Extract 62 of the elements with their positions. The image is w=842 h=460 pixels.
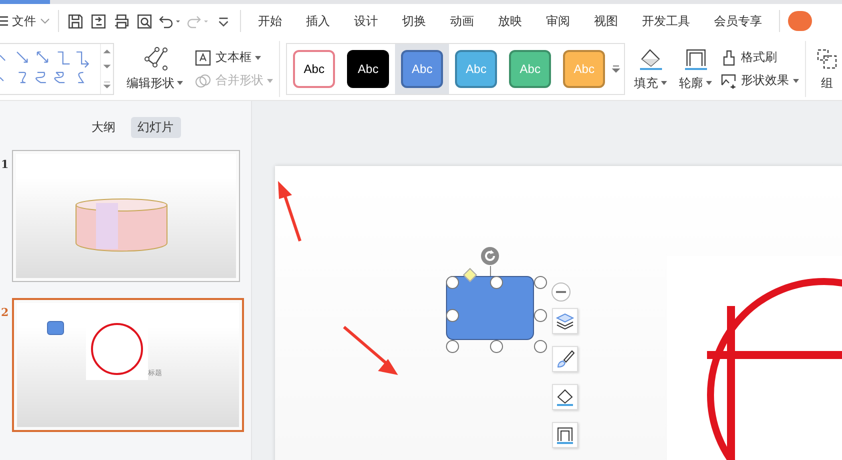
ribbon-tab[interactable]: 审阅 — [537, 12, 579, 30]
paint-bucket-icon — [555, 387, 575, 407]
ribbon-tab[interactable]: 切换 — [393, 12, 435, 30]
slide-thumbnail[interactable] — [12, 150, 240, 282]
outline-icon — [682, 46, 709, 70]
save-icon[interactable] — [67, 12, 84, 30]
caret-icon — [40, 18, 50, 24]
caret-icon — [706, 81, 712, 85]
slide-number: 1 — [0, 157, 10, 171]
shape-style-swatch[interactable]: Abc — [293, 50, 336, 88]
panel-tab[interactable]: 大纲 — [84, 117, 122, 138]
shape-effects-icon — [721, 72, 738, 88]
window-tab-indicator — [0, 0, 50, 4]
shape-effects-button[interactable]: 形状效果 — [721, 72, 800, 89]
paint-bucket-icon — [638, 46, 664, 70]
slide-number: 2 — [0, 305, 10, 319]
print-icon[interactable] — [113, 12, 130, 30]
style-brush-button[interactable] — [552, 346, 578, 372]
export-document-icon[interactable] — [90, 12, 107, 30]
format-painter-button[interactable]: 格式刷 — [721, 49, 800, 66]
fill-button[interactable]: 填充 — [631, 46, 670, 92]
panel-tab[interactable]: 幻灯片 — [130, 117, 180, 138]
caret-icon — [793, 78, 800, 82]
rounded-rectangle-shape — [47, 321, 64, 335]
ribbon-tab[interactable]: 设计 — [345, 12, 387, 30]
rounded-rectangle-shape[interactable] — [446, 276, 534, 340]
group-icon — [814, 46, 839, 70]
resize-handle[interactable] — [490, 340, 503, 353]
merge-shapes-icon — [195, 72, 212, 88]
collapse-icon[interactable] — [551, 282, 571, 302]
outline-button[interactable]: 轮廓 — [676, 46, 716, 92]
resize-handle[interactable] — [534, 276, 547, 289]
caret-icon — [661, 81, 668, 85]
ribbon-tab[interactable]: 开发工具 — [633, 12, 699, 30]
fill-button[interactable] — [552, 384, 578, 410]
shape-style-swatch[interactable]: Abc — [347, 50, 390, 88]
layers-button[interactable] — [552, 308, 578, 334]
rotate-handle-icon[interactable] — [480, 246, 500, 266]
ribbon-tab[interactable]: 视图 — [585, 12, 627, 30]
text-box-icon — [195, 50, 212, 66]
caret-icon — [255, 56, 262, 60]
brush-icon — [721, 50, 738, 66]
ribbon-tab[interactable]: 放映 — [489, 12, 531, 30]
resize-handle[interactable] — [534, 309, 547, 322]
group-button[interactable]: 组 — [812, 46, 842, 92]
layers-icon — [555, 311, 575, 331]
resize-handle[interactable] — [534, 340, 547, 353]
text-box-button[interactable]: 文本框 — [195, 49, 274, 66]
outline-button[interactable] — [552, 422, 578, 448]
outline-icon — [555, 425, 575, 445]
edit-shape-button[interactable]: 编辑形状 — [120, 46, 190, 92]
file-menu-button[interactable]: 文件 — [0, 12, 50, 30]
ribbon-tab[interactable]: 动画 — [441, 12, 483, 30]
ribbon-tab[interactable]: 插入 — [297, 12, 339, 30]
resize-handle[interactable] — [446, 340, 459, 353]
caret-icon — [267, 78, 274, 82]
print-preview-icon[interactable] — [136, 12, 153, 30]
caret-icon — [177, 81, 184, 85]
ribbon-tab[interactable]: 会员专享 — [705, 12, 771, 30]
user-avatar[interactable] — [788, 11, 812, 31]
brush-icon — [555, 349, 575, 369]
ribbon-tab[interactable]: 开始 — [249, 12, 291, 30]
